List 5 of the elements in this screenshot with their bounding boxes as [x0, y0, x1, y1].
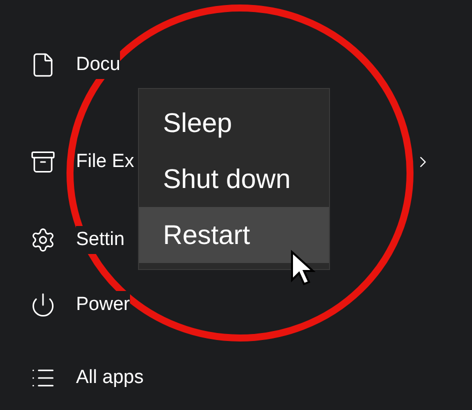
power-menu-item[interactable]: Restart — [139, 207, 329, 263]
menu-item[interactable]: Docu — [76, 50, 120, 80]
power-menu-item[interactable]: Shut down — [139, 151, 329, 207]
power-menu-item[interactable]: Sleep — [139, 95, 329, 151]
menu-item[interactable]: Settin — [76, 226, 125, 254]
